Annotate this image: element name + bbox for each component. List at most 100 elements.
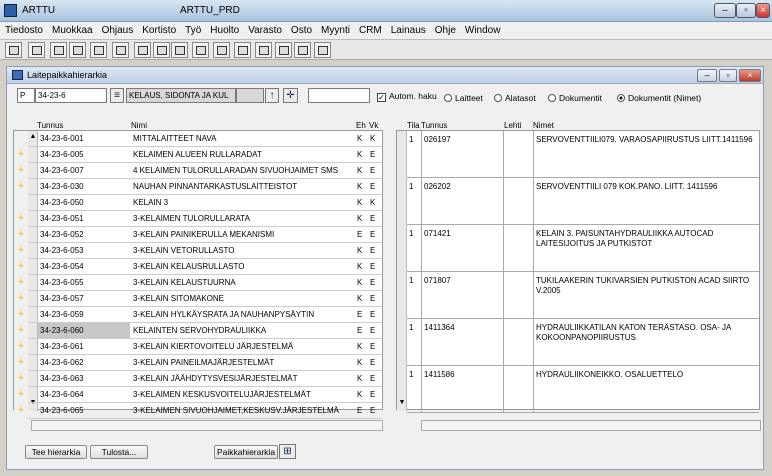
col-names[interactable]: Nimet [533, 121, 554, 130]
auto-search-checkbox[interactable]: ✓ Autom. haku [377, 91, 437, 102]
table-row[interactable]: +34-23-6-053 3-KELAIN VETORULLASTO K E [14, 243, 382, 259]
table-row[interactable]: +34-23-6-030 NAUHAN PINNANTARKASTUSLAITTE… [14, 179, 382, 195]
tool-stack-icon[interactable] [314, 42, 331, 58]
grid-view-icon[interactable]: ⊞ [279, 444, 296, 459]
menu-huolto[interactable]: Huolto [205, 22, 243, 36]
expand-marker-icon[interactable]: + [14, 371, 28, 387]
expand-marker-icon[interactable]: + [14, 323, 28, 339]
table-row[interactable]: +34-23-6-059 3-KELAIN HYLKÄYSRATA JA NAUH… [14, 307, 382, 323]
expand-marker-icon[interactable]: + [14, 403, 28, 419]
table-row[interactable]: +34-23-6-054 3-KELAIN KELAUSRULLASTO K E [14, 259, 382, 275]
expand-marker-icon[interactable]: + [14, 307, 28, 323]
table-row[interactable]: +34-23-6-005 KELAIMEN ALUEEN RULLARADAT K E [14, 147, 382, 163]
lookup-button[interactable]: ≡ [110, 88, 124, 103]
prefix-field[interactable]: P [17, 88, 35, 103]
tool-list-icon[interactable] [69, 42, 86, 58]
child-maximize-button[interactable]: ▫ [719, 69, 737, 82]
tool-doc-icon[interactable] [90, 42, 107, 58]
menu-lainaus[interactable]: Lainaus [386, 22, 430, 36]
document-row[interactable]: 1 1411364 HYDRAULIIKKATILAN KATON TERÄSTAS… [407, 319, 759, 366]
table-row[interactable]: +34-23-6-062 3-KELAIN PAINEILMAJÄRJESTELM… [14, 355, 382, 371]
right-vertical-scrollbar[interactable]: ▼ [397, 131, 407, 411]
table-row[interactable]: +34-23-6-007 4 KELAIMEN TULORULLARADAN SI… [14, 163, 382, 179]
table-row[interactable]: 34-23-6-050 KELAIN 3 KK [14, 195, 382, 211]
table-row[interactable]: +34-23-6-057 3-KELAIN SITOMAKONE K E [14, 291, 382, 307]
menu-tiedosto[interactable]: Tiedosto [0, 22, 47, 36]
code-field[interactable]: 34-23-6 [35, 88, 107, 103]
make-hierarchy-button[interactable]: Tee hierarkia [25, 445, 87, 459]
tool-window-icon[interactable] [234, 42, 251, 58]
radio-option-0[interactable]: Laitteet [444, 93, 483, 103]
expand-marker-icon[interactable]: + [14, 275, 28, 291]
child-minimize-button[interactable]: – [697, 69, 717, 82]
table-row[interactable]: +34-23-6-061 3-KELAIN KIERTOVOITELU JÄRJE… [14, 339, 382, 355]
expand-marker-icon[interactable]: + [14, 163, 28, 179]
col-eh[interactable]: Eh [356, 121, 366, 130]
table-row[interactable]: +34-23-6-052 3-KELAIN PAINIKERULLA MEKANI… [14, 227, 382, 243]
menu-myynti[interactable]: Myynti [316, 22, 354, 36]
maximize-button[interactable]: ▫ [736, 3, 756, 18]
col-name[interactable]: Nimi [131, 121, 147, 130]
print-button[interactable]: Tulosta... [90, 445, 148, 459]
col-doc-code[interactable]: Tunnus [421, 121, 447, 130]
menu-ohjaus[interactable]: Ohjaus [97, 22, 138, 36]
tool-open-icon[interactable] [5, 42, 22, 58]
table-row[interactable]: +34-23-6-065 3-KELAIMEN SIVUOHJAIMET,KESK… [14, 403, 382, 419]
document-row[interactable]: 1 026197 SERVOVENTTIILI079. VARAOSAPIIRUST… [407, 131, 759, 178]
tool-page-icon[interactable] [192, 42, 209, 58]
col-tila[interactable]: Tila [407, 121, 420, 130]
expand-marker-icon[interactable]: + [14, 259, 28, 275]
menu-crm[interactable]: CRM [354, 22, 386, 36]
cross-move-icon[interactable]: ✛ [283, 88, 298, 103]
expand-marker-icon[interactable] [14, 195, 28, 211]
radio-option-1[interactable]: Alatasot [494, 93, 536, 103]
document-row[interactable]: 1 1411586 HYDRAULIIKONEIKKO. OSALUETTELO [407, 366, 759, 413]
table-row[interactable]: 34-23-6-001 MITTALAITTEET NAVA K K [14, 131, 382, 147]
tool-table-icon[interactable] [153, 42, 170, 58]
table-row[interactable]: +34-23-6-051 3-KELAIMEN TULORULLARATA K E [14, 211, 382, 227]
menu-window[interactable]: Window [460, 22, 505, 36]
expand-marker-icon[interactable]: + [14, 227, 28, 243]
col-code[interactable]: Tunnus [37, 121, 63, 130]
expand-marker-icon[interactable]: + [14, 387, 28, 403]
menu-osto[interactable]: Osto [286, 22, 316, 36]
menu-työ[interactable]: Työ [180, 22, 205, 36]
radio-option-3[interactable]: Dokumentit (Nimet) [617, 93, 701, 103]
expand-marker-icon[interactable]: + [14, 339, 28, 355]
up-arrow-icon[interactable]: ↑ [265, 88, 279, 103]
scroll-down-icon[interactable]: ▼ [398, 399, 406, 407]
table-row[interactable]: +34-23-6-063 3-KELAIN JÄÄHDYTYSVESIJÄRJES… [14, 371, 382, 387]
menu-kortisto[interactable]: Kortisto [137, 22, 180, 36]
menu-varasto[interactable]: Varasto [243, 22, 286, 36]
tool-color-icon[interactable] [294, 42, 311, 58]
tool-panel-icon[interactable] [213, 42, 230, 58]
expand-marker-icon[interactable]: + [14, 355, 28, 371]
tool-chart-icon[interactable] [275, 42, 292, 58]
search-input[interactable] [308, 88, 370, 103]
document-row[interactable]: 1 071421 KELAIN 3. PAISUNTAHYDRAULIIKKA AU… [407, 225, 759, 272]
tool-card-icon[interactable] [50, 42, 67, 58]
expand-marker-icon[interactable]: + [14, 211, 28, 227]
left-horizontal-scrollbar[interactable] [31, 420, 383, 431]
table-row[interactable]: +34-23-6-060 KELAINTEN SERVOHYDRAULIIKKA E… [14, 323, 382, 339]
place-hierarchy-button[interactable]: Paikkahierarkia [214, 445, 278, 459]
menu-ohje[interactable]: Ohje [430, 22, 460, 36]
tool-grid-icon[interactable] [134, 42, 151, 58]
col-vk[interactable]: Vk [369, 121, 378, 130]
expand-marker-icon[interactable]: + [14, 179, 28, 195]
tool-phone-icon[interactable] [28, 42, 45, 58]
col-lehti[interactable]: Lehti [504, 121, 521, 130]
document-row[interactable]: 1 071807 TUKILAAKERIN TUKIVARSIEN PUTKISTO… [407, 272, 759, 319]
tool-tree-icon[interactable] [171, 42, 188, 58]
tool-book-icon[interactable] [112, 42, 129, 58]
right-horizontal-scrollbar[interactable] [421, 420, 761, 431]
table-row[interactable]: +34-23-6-055 3-KELAIN KELAUSTUURNA K E [14, 275, 382, 291]
menu-muokkaa[interactable]: Muokkaa [47, 22, 97, 36]
expand-marker-icon[interactable]: + [14, 291, 28, 307]
radio-option-2[interactable]: Dokumentit [548, 93, 602, 103]
document-row[interactable]: 1 026202 SERVOVENTTIILI 079 KOK.PANO. LIIT… [407, 178, 759, 225]
child-close-button[interactable]: × [739, 69, 761, 82]
tool-board-icon[interactable] [255, 42, 272, 58]
expand-marker-icon[interactable]: + [14, 147, 28, 163]
expand-marker-icon[interactable]: + [14, 243, 28, 259]
